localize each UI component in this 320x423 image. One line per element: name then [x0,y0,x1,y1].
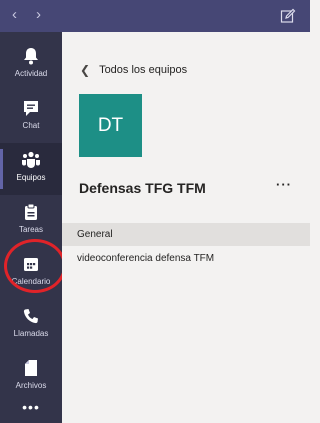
channel-item-general[interactable]: General [62,223,310,246]
rail-item-label: Archivos [15,381,47,390]
bell-icon [21,46,41,66]
rail-item-label: Actividad [14,69,48,78]
team-more-options-button[interactable]: ··· [276,177,292,192]
rail-item-equipos[interactable]: Equipos [0,143,62,195]
rail-item-label: Equipos [16,173,46,182]
team-avatar: DT [79,94,142,157]
tasks-icon [21,202,41,222]
rail-item-label: Llamadas [13,329,49,338]
rail-item-archivos[interactable]: Archivos [0,351,62,403]
back-link-label: Todos los equipos [99,64,188,76]
rail-item-chat[interactable]: Chat [0,91,62,143]
rail-item-label: Tareas [18,225,43,234]
rail-item-label: Chat [22,121,40,130]
chevron-left-icon[interactable]: ‹ [12,7,17,23]
app-bar: Actividad Chat Equipos Tareas Calendario… [0,32,62,423]
team-name: Defensas TFG TFM [79,180,206,196]
rail-item-actividad[interactable]: Actividad [0,39,62,91]
more-apps-button[interactable]: ••• [0,399,62,415]
chevron-left-icon: ❮ [80,63,91,77]
channel-item-videoconferencia[interactable]: videoconferencia defensa TFM [62,247,310,270]
phone-icon [21,306,41,326]
all-teams-back-link[interactable]: ❮ Todos los equipos [80,63,187,77]
calendar-highlight-circle [4,239,66,293]
files-icon [21,358,41,378]
rail-item-llamadas[interactable]: Llamadas [0,299,62,351]
compose-icon[interactable] [280,8,296,24]
teams-panel: ❮ Todos los equipos DT Defensas TFG TFM … [62,32,310,423]
chevron-right-icon[interactable]: › [36,7,41,23]
teams-icon [21,150,41,170]
chat-icon [21,98,41,118]
title-bar: ‹ › [0,0,310,32]
